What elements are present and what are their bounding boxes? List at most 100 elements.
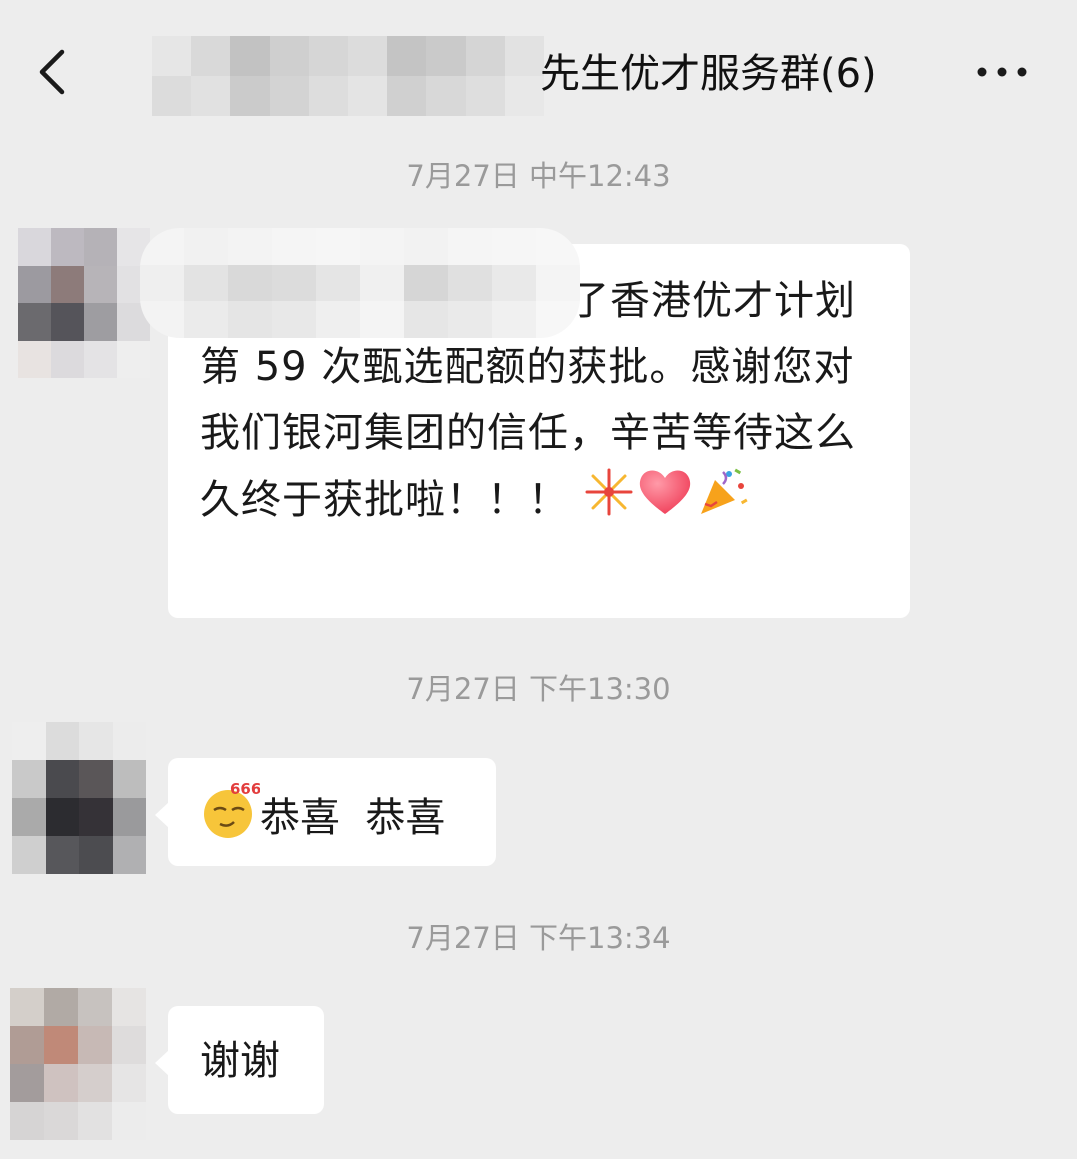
mosaic-tile: [112, 798, 146, 836]
mosaic-tile: [184, 264, 228, 302]
mosaic-tile: [10, 988, 44, 1026]
mosaic-tile: [184, 301, 228, 338]
mosaic-tile: [45, 798, 79, 836]
mosaic-tile: [51, 303, 84, 341]
heart-icon: [635, 466, 695, 538]
mosaic-tile: [12, 836, 46, 874]
chevron-left-icon: [39, 49, 65, 95]
mosaic-tile: [448, 228, 492, 265]
mosaic-tile: [536, 228, 580, 265]
mosaic-tile: [18, 340, 51, 378]
mosaic-tile: [51, 228, 84, 266]
mosaic-tile: [12, 760, 46, 798]
mosaic-tile: [504, 36, 544, 76]
mosaic-tile: [10, 1026, 44, 1064]
mosaic-tile: [404, 228, 448, 265]
mosaic-tile: [404, 301, 448, 338]
mosaic-tile: [78, 1102, 112, 1140]
mosaic-tile: [184, 228, 228, 265]
mosaic-tile: [45, 760, 79, 798]
mosaic-tile: [316, 228, 360, 265]
chat-title: 先生优才服务群(6): [540, 51, 877, 97]
timestamp: 7月27日 下午13:34: [406, 921, 671, 955]
mosaic-tile: [308, 76, 348, 116]
mosaic-tile: [112, 1064, 146, 1102]
avatar[interactable]: [12, 722, 146, 874]
message-text: 666 恭喜 恭喜: [200, 780, 445, 860]
mosaic-tile: [140, 264, 184, 302]
svg-text:666: 666: [230, 780, 260, 798]
mosaic-tile: [44, 1102, 78, 1140]
mosaic-tile: [78, 1026, 112, 1064]
mosaic-tile: [448, 301, 492, 338]
mosaic-tile: [272, 264, 316, 302]
avatar[interactable]: [10, 988, 146, 1140]
mosaic-tile: [230, 76, 270, 116]
fireworks-icon: [583, 466, 635, 538]
mosaic-tile: [387, 36, 427, 76]
mosaic-tile: [79, 836, 113, 874]
mosaic-tile: [230, 36, 270, 76]
mosaic-tile: [51, 265, 84, 303]
mosaic-tile: [44, 1026, 78, 1064]
mosaic-tile: [228, 301, 272, 338]
mosaic-tile: [426, 36, 466, 76]
timestamp: 7月27日 下午13:30: [406, 672, 671, 706]
timestamp: 7月27日 中午12:43: [406, 159, 671, 193]
mosaic-tile: [191, 36, 231, 76]
mosaic-tile: [348, 36, 388, 76]
mosaic-tile: [465, 36, 505, 76]
mosaic-tile: [191, 76, 231, 116]
mosaic-tile: [112, 722, 146, 760]
mosaic-tile: [348, 76, 388, 116]
blurred-mention: [140, 228, 580, 338]
mosaic-tile: [44, 1064, 78, 1102]
party-popper-icon: [695, 466, 749, 538]
mosaic-tile: [426, 76, 466, 116]
mosaic-tile: [316, 264, 360, 302]
more-button[interactable]: [970, 48, 1034, 96]
message-bubble[interactable]: 谢谢: [155, 1006, 324, 1114]
mosaic-tile: [504, 76, 544, 116]
666-emoji-icon: 666: [200, 780, 261, 860]
message-text: 谢谢: [200, 1038, 280, 1084]
mosaic-tile: [465, 76, 505, 116]
mosaic-tile: [18, 303, 51, 341]
mosaic-tile: [78, 1064, 112, 1102]
mosaic-tile: [12, 798, 46, 836]
mosaic-tile: [44, 988, 78, 1026]
mosaic-tile: [79, 760, 113, 798]
mosaic-tile: [228, 264, 272, 302]
mosaic-tile: [492, 228, 536, 265]
mosaic-tile: [112, 988, 146, 1026]
mosaic-tile: [84, 265, 117, 303]
mosaic-tile: [272, 301, 316, 338]
mosaic-tile: [78, 988, 112, 1026]
mosaic-tile: [404, 264, 448, 302]
mosaic-tile: [360, 264, 404, 302]
mosaic-tile: [10, 1064, 44, 1102]
mosaic-tile: [360, 228, 404, 265]
mosaic-tile: [18, 265, 51, 303]
mosaic-tile: [272, 228, 316, 265]
mosaic-tile: [536, 264, 580, 302]
mosaic-tile: [152, 36, 192, 76]
mosaic-tile: [45, 836, 79, 874]
mosaic-tile: [112, 836, 146, 874]
mosaic-tile: [112, 1102, 146, 1140]
avatar[interactable]: [18, 228, 150, 378]
mosaic-tile: [84, 340, 117, 378]
mosaic-tile: [269, 36, 309, 76]
message-bubble[interactable]: 666 恭喜 恭喜: [155, 758, 496, 866]
mosaic-tile: [10, 1102, 44, 1140]
back-button[interactable]: [30, 44, 78, 100]
mosaic-tile: [79, 722, 113, 760]
mosaic-tile: [360, 301, 404, 338]
message-body: 恭喜 恭喜: [260, 795, 446, 841]
mosaic-tile: [448, 264, 492, 302]
mosaic-tile: [79, 798, 113, 836]
mosaic-tile: [112, 1026, 146, 1064]
mosaic-tile: [269, 76, 309, 116]
mosaic-tile: [492, 264, 536, 302]
mosaic-tile: [387, 76, 427, 116]
